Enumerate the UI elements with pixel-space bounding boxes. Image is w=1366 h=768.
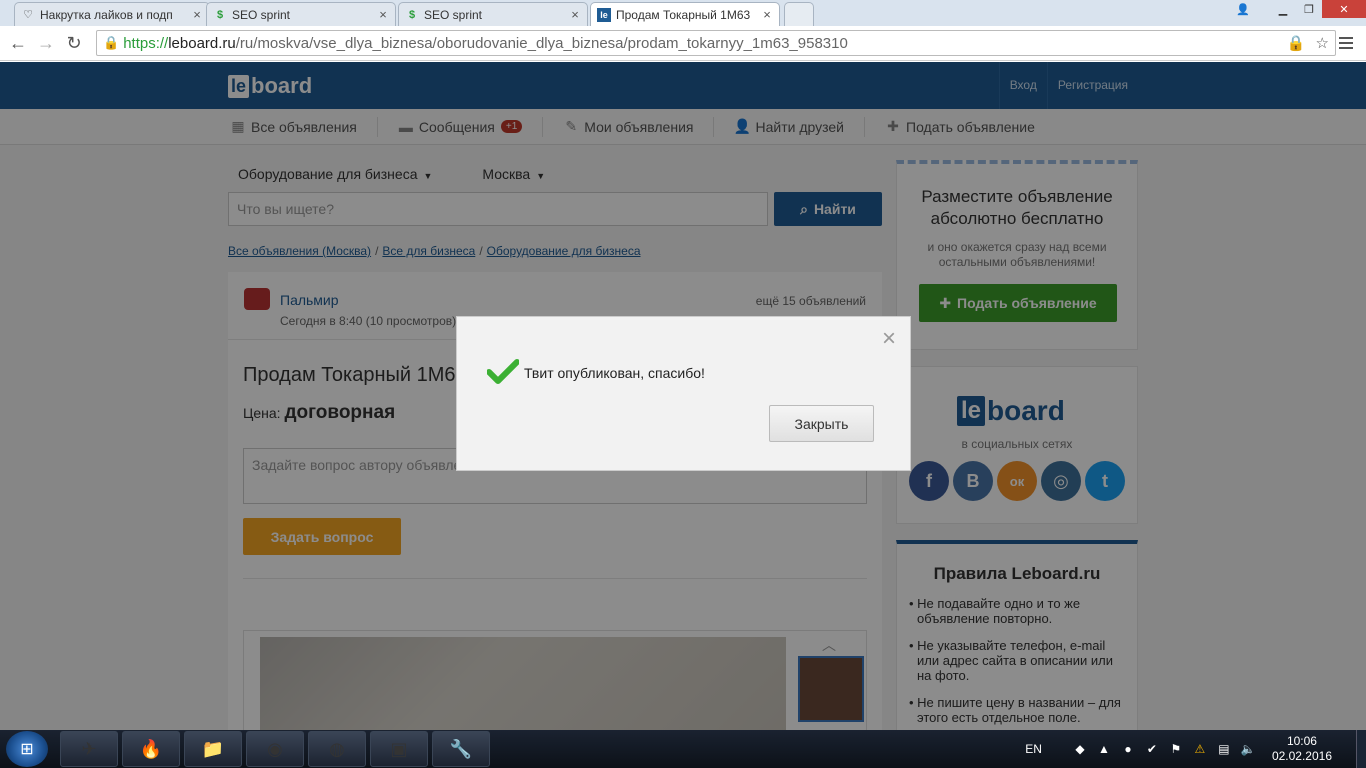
tab-title: Продам Токарный 1М63 xyxy=(616,7,751,22)
dialog-message: Твит опубликован, спасибо! xyxy=(524,365,705,381)
back-button[interactable]: ← xyxy=(4,29,32,57)
forward-button[interactable]: → xyxy=(32,29,60,57)
seosprint-icon: $ xyxy=(408,8,416,21)
browser-toolbar: ← → ↻ 🔒 https://leboard.ru/ru/moskva/vse… xyxy=(0,26,1366,61)
user-icon[interactable]: 👤 xyxy=(1230,0,1256,18)
leboard-icon: le xyxy=(597,7,611,22)
taskbar-app-folder-icon[interactable]: 📁 xyxy=(184,731,242,767)
tab-nakrutka[interactable]: ♡ Накрутка лайков и подп × xyxy=(14,2,210,26)
browser-menu-button[interactable] xyxy=(1334,30,1358,56)
dialog-close-button[interactable]: Закрыть xyxy=(769,405,874,442)
taskbar-app-mail-icon[interactable]: ✈ xyxy=(60,731,118,767)
seosprint-icon: $ xyxy=(216,8,224,21)
tray-app-icon[interactable]: ◆ xyxy=(1072,742,1088,756)
start-button[interactable]: ⊞ xyxy=(6,731,48,767)
close-icon[interactable]: × xyxy=(191,7,203,22)
taskbar-app-firefox-icon[interactable]: 🔥 xyxy=(122,731,180,767)
tab-title: SEO sprint xyxy=(424,7,483,22)
network-icon[interactable]: ▤ xyxy=(1216,742,1232,756)
flag-icon[interactable]: ⚑ xyxy=(1168,742,1184,756)
checkmark-icon xyxy=(487,359,519,384)
language-indicator[interactable]: EN xyxy=(1025,742,1042,756)
tab-seosprint-1[interactable]: $ SEO sprint × xyxy=(206,2,396,26)
tweet-published-dialog: × Твит опубликован, спасибо! Закрыть xyxy=(456,316,911,471)
minimize-button[interactable]: ▁ xyxy=(1270,0,1296,18)
show-desktop-button[interactable] xyxy=(1356,730,1366,768)
volume-icon[interactable]: 🔈 xyxy=(1240,742,1256,756)
tab-title: Накрутка лайков и подп xyxy=(40,7,173,22)
address-bar[interactable]: 🔒 https://leboard.ru/ru/moskva/vse_dlya_… xyxy=(96,30,1336,56)
tray-app-icon[interactable]: ✔ xyxy=(1144,742,1160,756)
window-controls: 👤 ▁ ❐ ✕ xyxy=(1230,0,1366,18)
tab-leboard[interactable]: le Продам Токарный 1М63 × xyxy=(590,2,780,26)
new-tab-button[interactable] xyxy=(784,2,814,26)
system-tray: EN ◆ ▲ ● ✔ ⚑ ⚠ ▤ 🔈 10:06 02.02.2016 xyxy=(1025,730,1366,768)
close-icon[interactable]: × xyxy=(377,7,389,22)
lock-icon: 🔒 xyxy=(103,35,120,50)
tab-seosprint-2[interactable]: $ SEO sprint × xyxy=(398,2,588,26)
close-icon[interactable]: × xyxy=(569,7,581,22)
clock-time: 10:06 xyxy=(1286,734,1317,748)
taskbar-app-archive-icon[interactable]: ▣ xyxy=(370,731,428,767)
heart-icon: ♡ xyxy=(23,9,33,21)
clock-date: 02.02.2016 xyxy=(1271,749,1332,763)
url-host: leboard.ru xyxy=(168,34,236,52)
browser-tabstrip: ♡ Накрутка лайков и подп × $ SEO sprint … xyxy=(0,0,1366,26)
taskbar-app-tools-icon[interactable]: 🔧 xyxy=(432,731,490,767)
window-close-button[interactable]: ✕ xyxy=(1322,0,1366,18)
taskbar: ⊞ ✈ 🔥 📁 ◉ ◍ ▣ 🔧 EN ◆ ▲ ● ✔ ⚑ ⚠ ▤ 🔈 10:06… xyxy=(0,730,1366,768)
tray-app-icon[interactable]: ▲ xyxy=(1096,742,1112,756)
bookmark-star-icon[interactable]: ☆ xyxy=(1316,34,1329,52)
tab-title: SEO sprint xyxy=(232,7,291,22)
url-path: /ru/moskva/vse_dlya_biznesa/oborudovanie… xyxy=(235,34,848,52)
close-icon[interactable]: × xyxy=(761,7,773,22)
page: le board Вход Регистрация ▦ Все объявлен… xyxy=(0,62,1366,730)
restore-button[interactable]: ❐ xyxy=(1296,0,1322,18)
reload-button[interactable]: ↻ xyxy=(60,29,88,57)
close-icon[interactable]: × xyxy=(882,327,896,351)
taskbar-app-player-icon[interactable]: ◉ xyxy=(246,731,304,767)
warning-icon[interactable]: ⚠ xyxy=(1192,742,1208,756)
url-scheme: https:// xyxy=(123,34,169,52)
taskbar-app-chrome-icon[interactable]: ◍ xyxy=(308,731,366,767)
tray-app-icon[interactable]: ● xyxy=(1120,742,1136,756)
clock[interactable]: 10:06 02.02.2016 xyxy=(1272,734,1332,764)
lock-icon: 🔒 xyxy=(1286,35,1306,52)
